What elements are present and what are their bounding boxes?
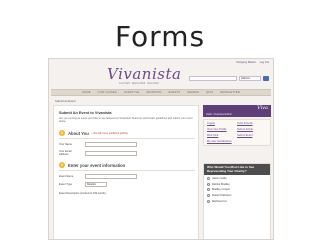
section-note: - this will not be published publicly	[91, 131, 128, 135]
radio-icon[interactable]	[207, 193, 210, 197]
name-input[interactable]	[85, 142, 137, 147]
user-contributions-link[interactable]: My user contributions	[207, 140, 237, 143]
charity-poll: Who Would You Most Like to See Represent…	[203, 163, 271, 239]
divider	[59, 170, 195, 171]
nav-item-search[interactable]: Search	[187, 91, 199, 94]
breadcrumb: Submit an Event	[55, 99, 76, 103]
search-input[interactable]	[189, 76, 237, 81]
event-description-label: Event Description (Limited to 150 words)	[59, 192, 106, 195]
poll-options: Jason Leake Debbie Bradley Bradley Coope…	[204, 175, 270, 207]
shopping-basket-link[interactable]: Shopping Basket	[236, 61, 256, 64]
event-name-field-row: Event Name	[59, 174, 137, 179]
poll-option[interactable]: Bradley Cooper	[207, 188, 267, 192]
logout-link[interactable]: Log Out	[260, 61, 269, 64]
search-button[interactable]	[263, 76, 269, 81]
website-screenshot: Shopping Basket Log Out Vivanista Live W…	[48, 58, 274, 240]
nav-item-quiz[interactable]: Quiz	[206, 91, 213, 94]
member-panel-header: Viva Hello, Vivanista Editor!	[203, 105, 271, 117]
section-about-you: 1 About You - this will not be published…	[59, 130, 128, 136]
greeting-text: Hello, Vivanista Editor!	[206, 113, 233, 116]
poll-option-label: Debbie Bradley	[212, 182, 230, 186]
poll-option[interactable]: Robert Pattinson	[207, 193, 267, 197]
divider	[59, 138, 195, 139]
nav-item-shopping[interactable]: Shopping	[146, 91, 161, 94]
logo-text: Vivanista	[107, 65, 182, 83]
viva-brand-logo: Viva	[257, 105, 268, 111]
poll-option[interactable]: Debbie Bradley	[207, 182, 267, 186]
slide: Forms Shopping Basket Log Out Vivanista …	[0, 0, 320, 240]
event-type-field-row: Event Type Random	[59, 182, 107, 187]
logo-tagline: Live Well · Spend Well · Give Well	[119, 82, 159, 85]
radio-icon[interactable]	[207, 177, 210, 181]
submit-event-link[interactable]: Submit Event	[237, 134, 267, 137]
submit-event-form: Submit An Event to Vivanista Are you run…	[53, 105, 199, 239]
event-type-label: Event Type	[59, 183, 72, 186]
sidebar: Viva Hello, Vivanista Editor! Logout Inv…	[203, 105, 271, 239]
radio-icon[interactable]	[207, 199, 210, 203]
search-bar: Address	[189, 76, 269, 81]
event-type-select[interactable]: Random	[85, 182, 107, 187]
event-name-label: Event Name	[59, 175, 74, 178]
member-links: Logout Invite Friends View Your Profile …	[203, 119, 271, 146]
logout-link[interactable]: Logout	[207, 122, 237, 125]
top-links: Shopping Basket Log Out	[236, 61, 269, 64]
step-number-icon: 2	[59, 162, 65, 168]
slide-title: Forms	[114, 20, 206, 53]
poll-option-label: Matthew Fox	[212, 199, 227, 203]
section-title: Enter your event information	[68, 162, 126, 168]
section-title: About You	[68, 130, 89, 136]
email-label: Your Email Address	[59, 150, 72, 156]
nav-item-our-causes[interactable]: Our Causes	[98, 91, 117, 94]
site-logo[interactable]: Vivanista Live Well · Spend Well · Give …	[107, 65, 185, 85]
nav-item-home[interactable]: Home	[82, 91, 91, 94]
email-field-row: Your Email Address	[59, 150, 137, 156]
nav-item-newsletter[interactable]: Newsletter	[220, 91, 240, 94]
section-event-info: 2 Enter your event information	[59, 162, 125, 168]
poll-option-label: Jason Leake	[212, 177, 227, 181]
nav-item-lifestyle[interactable]: Lifestyle	[124, 91, 140, 94]
event-name-input[interactable]	[85, 174, 137, 179]
intro-text: Are you running an event you'd like to s…	[59, 117, 193, 123]
web-club-link[interactable]: Web Club	[207, 134, 237, 137]
submit-article-link[interactable]: Submit Article	[237, 128, 267, 131]
invite-friends-link[interactable]: Invite Friends	[237, 122, 267, 125]
name-label: Your Name	[59, 143, 72, 146]
radio-icon[interactable]	[207, 182, 210, 186]
main-nav: Home Our Causes Lifestyle Shopping Event…	[51, 89, 271, 96]
poll-option-label: Robert Pattinson	[212, 193, 232, 197]
search-scope-select[interactable]: Address	[239, 76, 261, 81]
poll-option-label: Bradley Cooper	[212, 188, 231, 192]
step-number-icon: 1	[59, 130, 65, 136]
poll-option[interactable]: Jason Leake	[207, 177, 267, 181]
page-title: Submit An Event to Vivanista	[59, 111, 112, 115]
name-field-row: Your Name	[59, 142, 137, 147]
radio-icon[interactable]	[207, 188, 210, 192]
view-profile-link[interactable]: View Your Profile	[207, 128, 237, 131]
poll-title: Who Would You Most Like to See Represent…	[204, 164, 270, 176]
poll-option[interactable]: Matthew Fox	[207, 199, 267, 203]
nav-item-events[interactable]: Events	[169, 91, 181, 94]
email-input[interactable]	[85, 150, 137, 156]
